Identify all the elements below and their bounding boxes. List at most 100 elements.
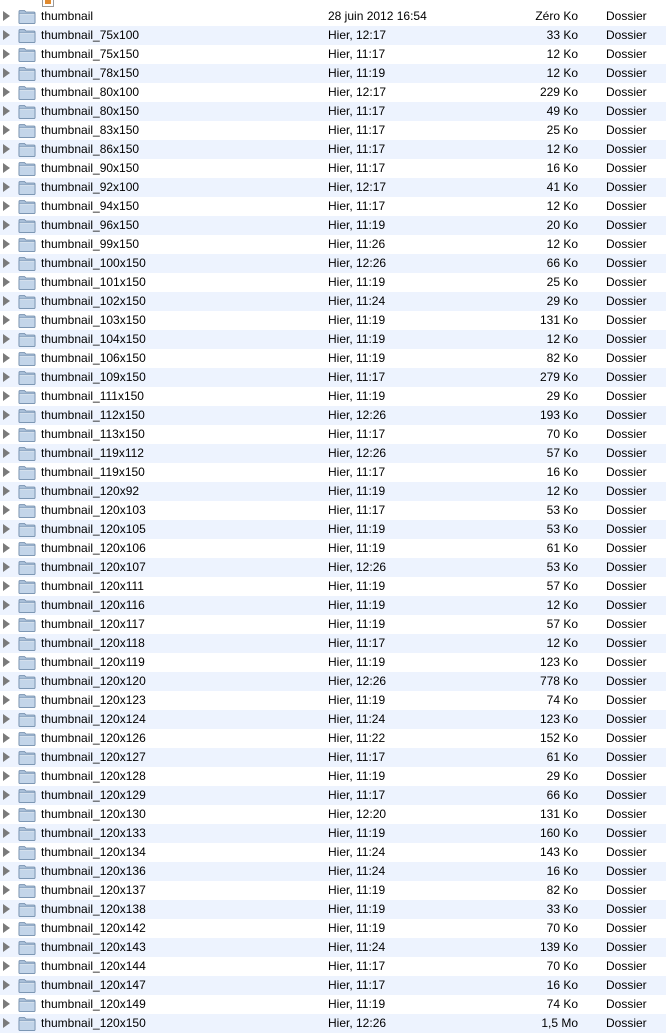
disclosure-triangle-icon[interactable] (3, 524, 10, 534)
file-row[interactable]: thumbnail_90x150 Hier, 11:17 16 Ko Dossi… (0, 159, 666, 178)
disclosure-triangle-icon[interactable] (3, 619, 10, 629)
disclosure-triangle-icon[interactable] (3, 961, 10, 971)
disclosure-triangle-icon[interactable] (3, 1018, 10, 1028)
file-row[interactable]: thumbnail_120x129 Hier, 11:17 66 Ko Doss… (0, 786, 666, 805)
file-row[interactable]: thumbnail_111x150 Hier, 11:19 29 Ko Doss… (0, 387, 666, 406)
file-row[interactable]: thumbnail_120x144 Hier, 11:17 70 Ko Doss… (0, 957, 666, 976)
file-row[interactable]: thumbnail_120x128 Hier, 11:19 29 Ko Doss… (0, 767, 666, 786)
disclosure-triangle-icon[interactable] (3, 201, 10, 211)
file-row[interactable]: thumbnail_120x106 Hier, 11:19 61 Ko Doss… (0, 539, 666, 558)
file-row[interactable]: thumbnail_104x150 Hier, 11:19 12 Ko Doss… (0, 330, 666, 349)
disclosure-triangle-icon[interactable] (3, 733, 10, 743)
file-row[interactable]: thumbnail_120x147 Hier, 11:17 16 Ko Doss… (0, 976, 666, 995)
disclosure-triangle-icon[interactable] (3, 163, 10, 173)
disclosure-triangle-icon[interactable] (3, 847, 10, 857)
file-row[interactable]: thumbnail_113x150 Hier, 11:17 70 Ko Doss… (0, 425, 666, 444)
disclosure-triangle-icon[interactable] (3, 220, 10, 230)
file-row[interactable]: thumbnail_80x150 Hier, 11:17 49 Ko Dossi… (0, 102, 666, 121)
file-row[interactable]: thumbnail_94x150 Hier, 11:17 12 Ko Dossi… (0, 197, 666, 216)
file-row[interactable]: thumbnail_102x150 Hier, 11:24 29 Ko Doss… (0, 292, 666, 311)
disclosure-triangle-icon[interactable] (3, 885, 10, 895)
file-row[interactable]: thumbnail_120x127 Hier, 11:17 61 Ko Doss… (0, 748, 666, 767)
file-row[interactable]: thumbnail_106x150 Hier, 11:19 82 Ko Doss… (0, 349, 666, 368)
disclosure-triangle-icon[interactable] (3, 68, 10, 78)
disclosure-triangle-icon[interactable] (3, 125, 10, 135)
disclosure-triangle-icon[interactable] (3, 999, 10, 1009)
disclosure-triangle-icon[interactable] (3, 581, 10, 591)
disclosure-triangle-icon[interactable] (3, 866, 10, 876)
disclosure-triangle-icon[interactable] (3, 182, 10, 192)
file-row[interactable]: thumbnail_120x111 Hier, 11:19 57 Ko Doss… (0, 577, 666, 596)
disclosure-triangle-icon[interactable] (3, 828, 10, 838)
disclosure-triangle-icon[interactable] (3, 334, 10, 344)
file-row[interactable]: thumbnail_120x119 Hier, 11:19 123 Ko Dos… (0, 653, 666, 672)
file-row[interactable]: thumbnail_120x134 Hier, 11:24 143 Ko Dos… (0, 843, 666, 862)
disclosure-triangle-icon[interactable] (3, 638, 10, 648)
disclosure-triangle-icon[interactable] (3, 239, 10, 249)
disclosure-triangle-icon[interactable] (3, 771, 10, 781)
disclosure-triangle-icon[interactable] (3, 809, 10, 819)
disclosure-triangle-icon[interactable] (3, 87, 10, 97)
disclosure-triangle-icon[interactable] (3, 144, 10, 154)
disclosure-triangle-icon[interactable] (3, 657, 10, 667)
disclosure-triangle-icon[interactable] (3, 429, 10, 439)
file-row[interactable]: thumbnail_92x100 Hier, 12:17 41 Ko Dossi… (0, 178, 666, 197)
disclosure-triangle-icon[interactable] (3, 258, 10, 268)
disclosure-triangle-icon[interactable] (3, 676, 10, 686)
file-row[interactable]: thumbnail_120x150 Hier, 12:26 1,5 Mo Dos… (0, 1014, 666, 1033)
file-row[interactable]: thumbnail_119x150 Hier, 11:17 16 Ko Doss… (0, 463, 666, 482)
file-row[interactable]: thumbnail_109x150 Hier, 11:17 279 Ko Dos… (0, 368, 666, 387)
disclosure-triangle-icon[interactable] (3, 49, 10, 59)
disclosure-triangle-icon[interactable] (3, 353, 10, 363)
disclosure-triangle-icon[interactable] (3, 505, 10, 515)
file-row[interactable]: thumbnail_96x150 Hier, 11:19 20 Ko Dossi… (0, 216, 666, 235)
file-row[interactable]: thumbnail 28 juin 2012 16:54 Zéro Ko Dos… (0, 7, 666, 26)
file-row[interactable]: thumbnail_99x150 Hier, 11:26 12 Ko Dossi… (0, 235, 666, 254)
file-row[interactable]: thumbnail_78x150 Hier, 11:19 12 Ko Dossi… (0, 64, 666, 83)
disclosure-triangle-icon[interactable] (3, 923, 10, 933)
disclosure-triangle-icon[interactable] (3, 752, 10, 762)
file-row[interactable]: thumbnail_120x120 Hier, 12:26 778 Ko Dos… (0, 672, 666, 691)
disclosure-triangle-icon[interactable] (3, 695, 10, 705)
disclosure-triangle-icon[interactable] (3, 410, 10, 420)
file-row[interactable]: thumbnail_120x130 Hier, 12:20 131 Ko Dos… (0, 805, 666, 824)
disclosure-triangle-icon[interactable] (3, 562, 10, 572)
disclosure-triangle-icon[interactable] (3, 980, 10, 990)
disclosure-triangle-icon[interactable] (3, 543, 10, 553)
file-row[interactable]: thumbnail_120x133 Hier, 11:19 160 Ko Dos… (0, 824, 666, 843)
file-row[interactable]: thumbnail_120x143 Hier, 11:24 139 Ko Dos… (0, 938, 666, 957)
file-row[interactable]: thumbnail_120x123 Hier, 11:19 74 Ko Doss… (0, 691, 666, 710)
disclosure-triangle-icon[interactable] (3, 315, 10, 325)
disclosure-triangle-icon[interactable] (3, 11, 10, 21)
file-row[interactable]: thumbnail_101x150 Hier, 11:19 25 Ko Doss… (0, 273, 666, 292)
disclosure-triangle-icon[interactable] (3, 277, 10, 287)
disclosure-triangle-icon[interactable] (3, 600, 10, 610)
file-row[interactable]: thumbnail_75x100 Hier, 12:17 33 Ko Dossi… (0, 26, 666, 45)
file-row[interactable]: thumbnail_120x117 Hier, 11:19 57 Ko Doss… (0, 615, 666, 634)
file-row[interactable]: thumbnail_120x136 Hier, 11:24 16 Ko Doss… (0, 862, 666, 881)
file-row[interactable]: thumbnail_120x103 Hier, 11:17 53 Ko Doss… (0, 501, 666, 520)
file-row[interactable]: thumbnail_83x150 Hier, 11:17 25 Ko Dossi… (0, 121, 666, 140)
disclosure-triangle-icon[interactable] (3, 904, 10, 914)
file-row[interactable]: thumbnail_120x118 Hier, 11:17 12 Ko Doss… (0, 634, 666, 653)
disclosure-triangle-icon[interactable] (3, 714, 10, 724)
disclosure-triangle-icon[interactable] (3, 790, 10, 800)
file-row[interactable]: thumbnail_120x137 Hier, 11:19 82 Ko Doss… (0, 881, 666, 900)
file-row[interactable]: thumbnail_80x100 Hier, 12:17 229 Ko Doss… (0, 83, 666, 102)
file-row[interactable]: thumbnail_120x124 Hier, 11:24 123 Ko Dos… (0, 710, 666, 729)
file-row[interactable]: thumbnail_100x150 Hier, 12:26 66 Ko Doss… (0, 254, 666, 273)
file-row[interactable]: thumbnail_103x150 Hier, 11:19 131 Ko Dos… (0, 311, 666, 330)
file-row[interactable]: thumbnail_120x105 Hier, 11:19 53 Ko Doss… (0, 520, 666, 539)
disclosure-triangle-icon[interactable] (3, 448, 10, 458)
file-row[interactable]: thumbnail_112x150 Hier, 12:26 193 Ko Dos… (0, 406, 666, 425)
disclosure-triangle-icon[interactable] (3, 30, 10, 40)
disclosure-triangle-icon[interactable] (3, 467, 10, 477)
file-row[interactable]: thumbnail_120x126 Hier, 11:22 152 Ko Dos… (0, 729, 666, 748)
disclosure-triangle-icon[interactable] (3, 106, 10, 116)
disclosure-triangle-icon[interactable] (3, 372, 10, 382)
disclosure-triangle-icon[interactable] (3, 486, 10, 496)
file-row[interactable]: thumbnail_120x107 Hier, 12:26 53 Ko Doss… (0, 558, 666, 577)
disclosure-triangle-icon[interactable] (3, 391, 10, 401)
file-row[interactable]: thumbnail_120x149 Hier, 11:19 74 Ko Doss… (0, 995, 666, 1014)
file-row[interactable]: thumbnail_86x150 Hier, 11:17 12 Ko Dossi… (0, 140, 666, 159)
